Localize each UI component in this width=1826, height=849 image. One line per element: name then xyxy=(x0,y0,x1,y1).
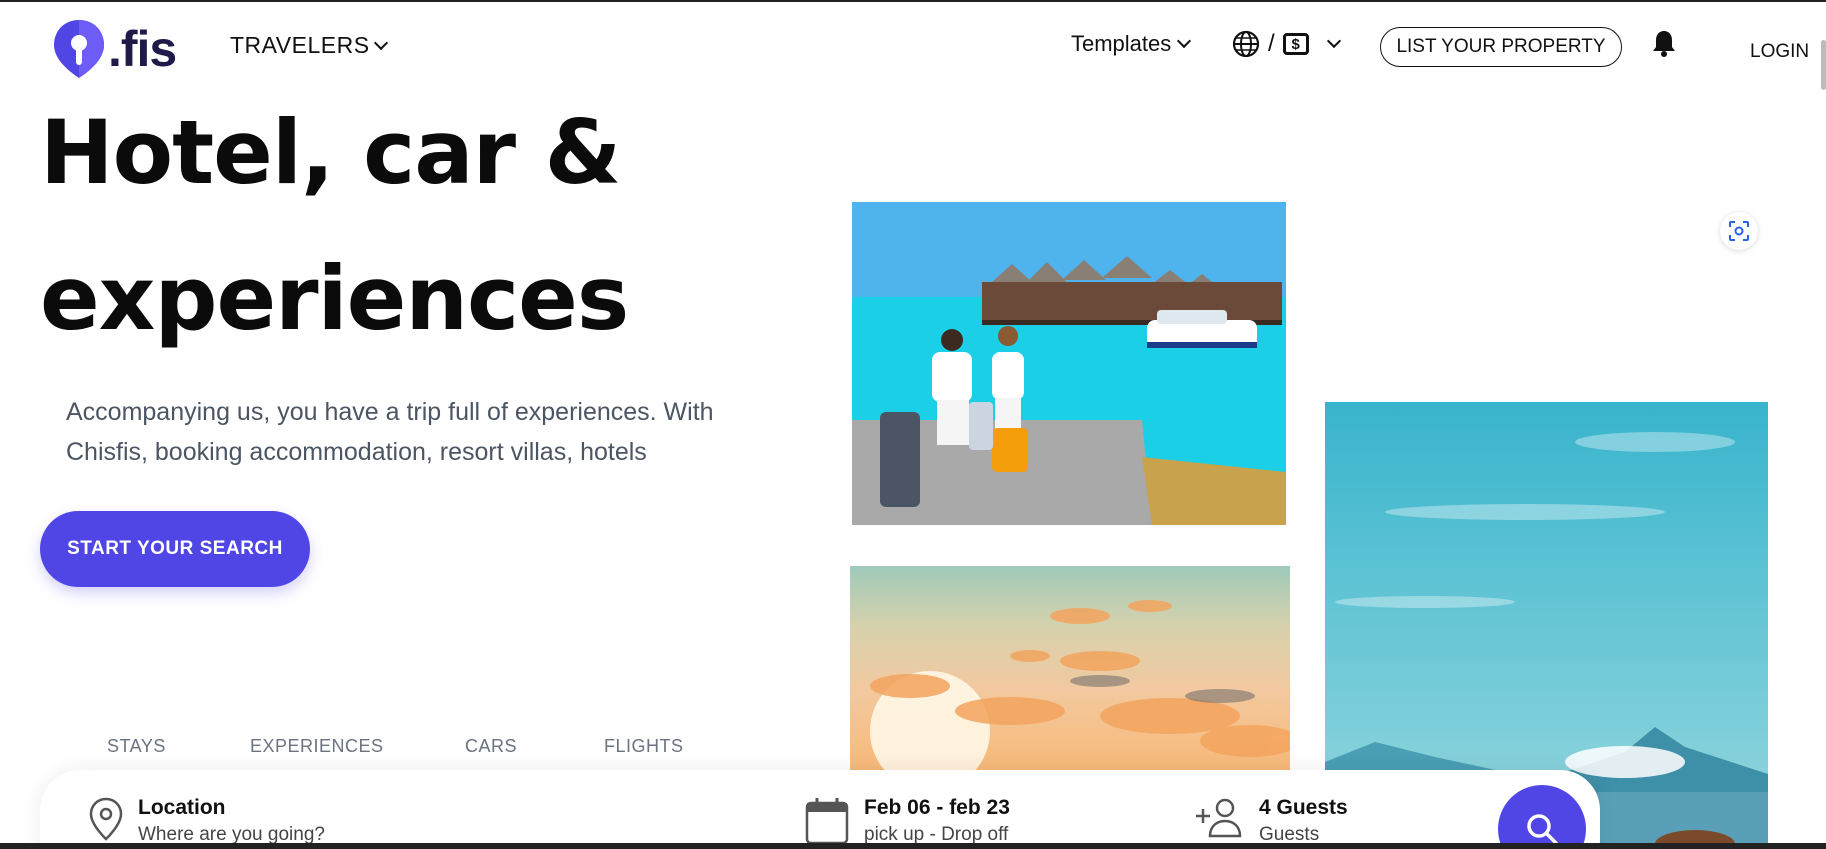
chevron-down-icon xyxy=(1177,33,1192,49)
logo[interactable]: .fis xyxy=(52,18,177,80)
location-title: Location xyxy=(138,796,226,819)
tab-cars[interactable]: CARS xyxy=(465,736,517,757)
logo-text: .fis xyxy=(108,21,177,77)
currency-icon: $ xyxy=(1282,33,1309,55)
location-pin-icon xyxy=(89,797,123,841)
bottom-border xyxy=(0,843,1826,849)
hero-title: Hotel, car & experiences xyxy=(40,80,680,372)
logo-pin-icon xyxy=(54,20,104,78)
hero-title-line1: Hotel, car & xyxy=(40,101,621,204)
globe-icon xyxy=(1232,30,1260,58)
templates-label: Templates xyxy=(1071,31,1172,56)
bell-icon[interactable] xyxy=(1652,29,1676,57)
scan-icon xyxy=(1729,221,1749,241)
date-range-field[interactable]: Feb 06 - feb 23 pick up - Drop off xyxy=(804,796,1010,846)
location-field[interactable]: Location Where are you going? xyxy=(88,796,325,846)
chevron-down-icon xyxy=(1326,33,1341,49)
tab-experiences[interactable]: EXPERIENCES xyxy=(250,736,384,757)
templates-dropdown[interactable]: Templates xyxy=(1071,31,1192,57)
hero-description: Accompanying us, you have a trip full of… xyxy=(66,398,714,466)
travelers-dropdown[interactable]: TRAVELERS xyxy=(230,32,388,59)
add-user-icon xyxy=(1196,798,1242,838)
guests-field[interactable]: 4 Guests Guests xyxy=(1193,796,1348,846)
start-search-button[interactable]: START YOUR SEARCH xyxy=(40,511,310,587)
hero-title-line2: experiences xyxy=(40,247,629,350)
image-scan-button[interactable] xyxy=(1720,212,1758,250)
language-currency-dropdown[interactable]: / $ xyxy=(1232,30,1341,58)
top-border xyxy=(0,0,1826,2)
login-link[interactable]: LOGIN xyxy=(1750,41,1809,63)
date-range-title: Feb 06 - feb 23 xyxy=(864,796,1010,819)
tab-flights[interactable]: FLIGHTS xyxy=(604,736,684,757)
travelers-label: TRAVELERS xyxy=(230,32,370,58)
page: .fis TRAVELERS Templates / $ LIST YOUR P… xyxy=(0,0,1826,849)
guests-title: 4 Guests xyxy=(1259,796,1348,819)
tab-stays[interactable]: STAYS xyxy=(107,736,166,757)
calendar-icon xyxy=(805,798,849,845)
scrollbar-thumb[interactable] xyxy=(1821,40,1826,90)
sunset-photo xyxy=(850,566,1290,770)
lang-separator: / xyxy=(1268,30,1275,57)
list-property-button[interactable]: LIST YOUR PROPERTY xyxy=(1380,27,1622,67)
search-icon xyxy=(1527,814,1558,845)
chevron-down-icon xyxy=(373,35,388,50)
resort-photo xyxy=(852,202,1286,525)
